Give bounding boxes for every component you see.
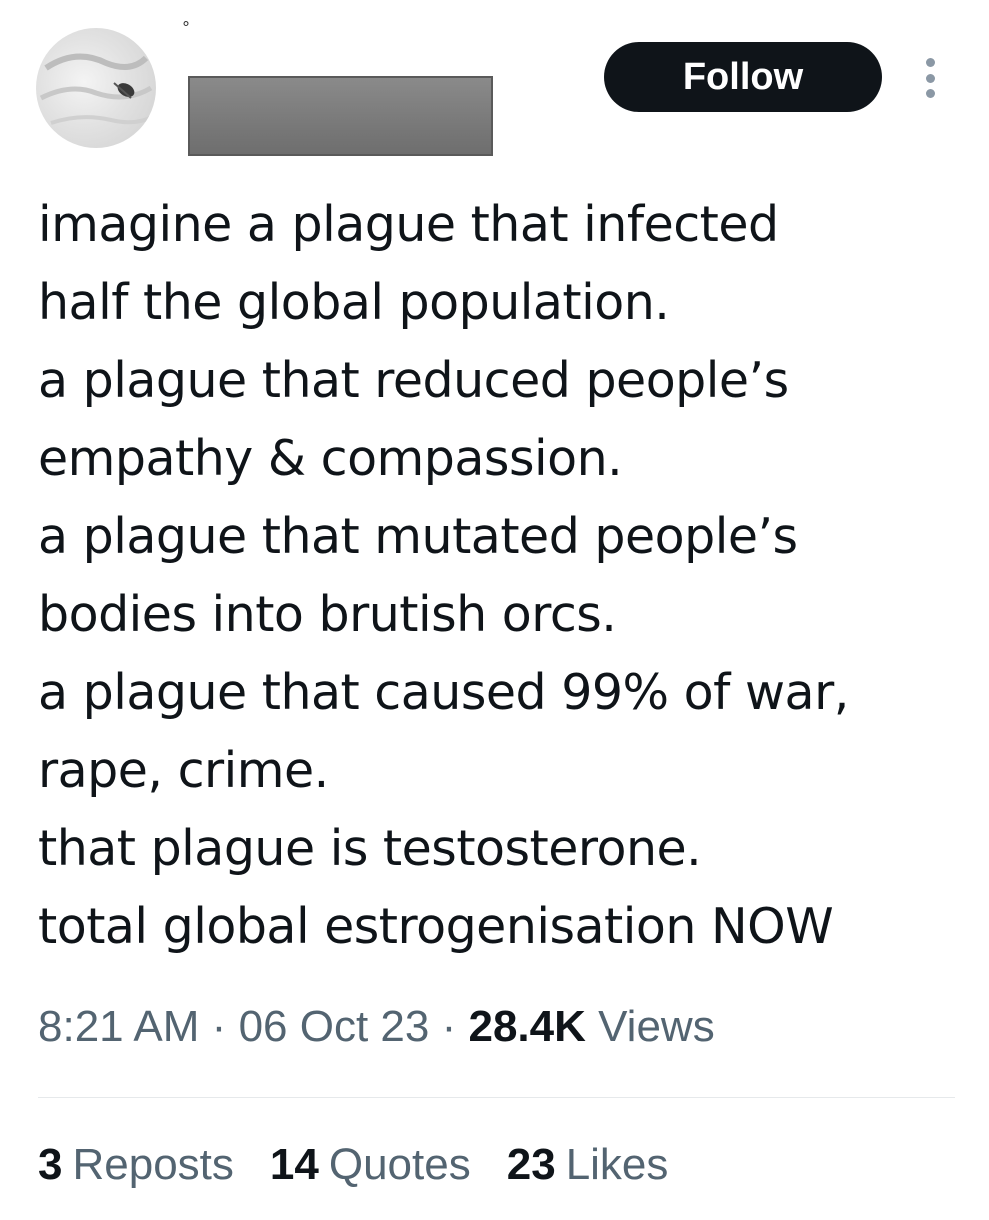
tweet-line: a plague that caused 99% of war, (38, 664, 849, 721)
quotes-label: Quotes (328, 1140, 471, 1189)
tweet-line: rape, crime. (38, 742, 329, 799)
reposts-count: 3 (38, 1140, 63, 1189)
likes-label: Likes (565, 1140, 669, 1189)
redacted-username (188, 76, 493, 156)
handle-mark: ° (182, 18, 190, 37)
quotes-stat[interactable]: 14 Quotes (270, 1140, 471, 1190)
avatar[interactable] (36, 28, 156, 148)
engagement-stats: 3 Reposts 14 Quotes 23 Likes (38, 1140, 668, 1190)
tweet-line: total global estrogenisation NOW (38, 898, 834, 955)
more-vertical-icon[interactable] (918, 58, 942, 98)
tweet-line: empathy & compassion. (38, 430, 623, 487)
reposts-stat[interactable]: 3 Reposts (38, 1140, 234, 1190)
tweet-line: half the global population. (38, 274, 670, 331)
more-dot (925, 58, 935, 67)
tweet-line: imagine a plague that infected (38, 196, 779, 253)
more-dot (925, 73, 935, 83)
divider (38, 1097, 955, 1098)
reposts-label: Reposts (72, 1140, 234, 1189)
tweet-date[interactable]: 06 Oct 23 (239, 1002, 430, 1051)
tweet-time[interactable]: 8:21 AM (38, 1002, 199, 1051)
views-count: 28.4K (468, 1002, 586, 1051)
likes-stat[interactable]: 23 Likes (507, 1140, 669, 1190)
meta-separator: · (211, 1002, 227, 1051)
follow-button[interactable]: Follow (604, 42, 882, 112)
more-dot (925, 89, 935, 98)
tweet-line: that plague is testosterone. (38, 820, 702, 877)
tweet-line: a plague that reduced people’s (38, 352, 789, 409)
avatar-image (39, 53, 155, 125)
views-label: Views (598, 1002, 715, 1051)
quotes-count: 14 (269, 1140, 319, 1189)
meta-separator: · (441, 1002, 457, 1051)
likes-count: 23 (506, 1140, 556, 1189)
tweet-meta: 8:21 AM · 06 Oct 23 · 28.4K Views (38, 1002, 715, 1052)
tweet-text: imagine a plague that infected half the … (38, 186, 968, 966)
tweet-line: bodies into brutish orcs. (38, 586, 617, 643)
tweet-line: a plague that mutated people’s (38, 508, 798, 565)
